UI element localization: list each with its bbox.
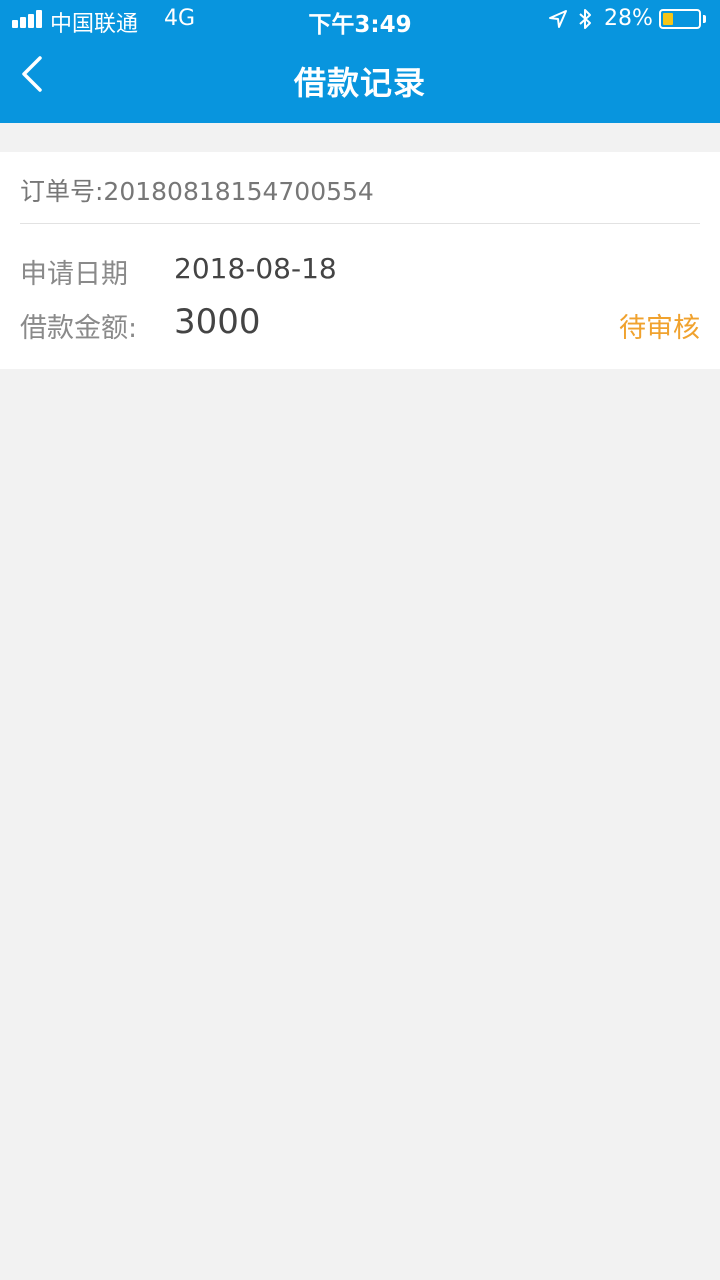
battery-level [663, 13, 673, 25]
battery-percent: 28% [604, 6, 653, 31]
order-number: 订单号:20180818154700554 [20, 177, 374, 206]
page-title: 借款记录 [293, 64, 426, 102]
status-badge: 待审核 [619, 313, 700, 344]
battery-nub [703, 15, 706, 23]
apply-date-label: 申请日期 [20, 259, 128, 290]
bluetooth-icon [579, 9, 591, 29]
loan-record-card[interactable]: 订单号:20180818154700554 申请日期 2018-08-18 借款… [0, 152, 720, 369]
top-bar: 中国联通 4G 下午3:49 28% 借款记录 [0, 0, 720, 123]
status-bar: 中国联通 4G 下午3:49 28% [0, 0, 720, 40]
loan-amount-value: 3000 [174, 302, 261, 342]
location-arrow-icon [549, 10, 567, 28]
divider [20, 223, 700, 224]
loan-amount-label: 借款金额: [20, 313, 138, 344]
apply-date-value: 2018-08-18 [174, 252, 337, 285]
battery-icon [659, 9, 701, 29]
